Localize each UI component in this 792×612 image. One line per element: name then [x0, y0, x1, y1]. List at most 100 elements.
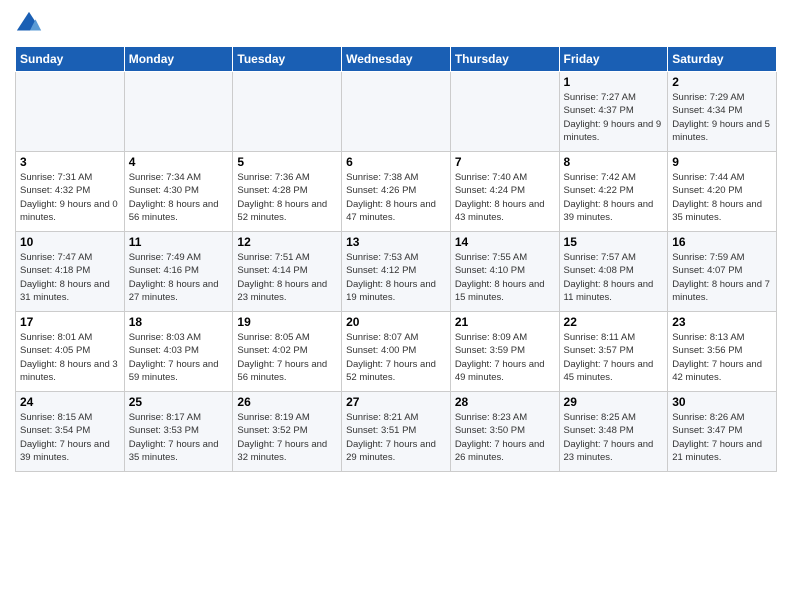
calendar-cell: 24 Sunrise: 8:15 AMSunset: 3:54 PMDayligh…	[16, 392, 125, 472]
day-info: Sunrise: 7:59 AMSunset: 4:07 PMDaylight:…	[672, 251, 772, 304]
calendar-cell: 4 Sunrise: 7:34 AMSunset: 4:30 PMDaylight…	[124, 152, 233, 232]
calendar-cell: 10 Sunrise: 7:47 AMSunset: 4:18 PMDayligh…	[16, 232, 125, 312]
calendar-cell: 18 Sunrise: 8:03 AMSunset: 4:03 PMDayligh…	[124, 312, 233, 392]
day-info: Sunrise: 7:36 AMSunset: 4:28 PMDaylight:…	[237, 171, 337, 224]
day-number: 14	[455, 235, 555, 249]
calendar-cell: 29 Sunrise: 8:25 AMSunset: 3:48 PMDayligh…	[559, 392, 668, 472]
day-of-week-header: Friday	[559, 47, 668, 72]
day-info: Sunrise: 8:13 AMSunset: 3:56 PMDaylight:…	[672, 331, 772, 384]
calendar-cell: 15 Sunrise: 7:57 AMSunset: 4:08 PMDayligh…	[559, 232, 668, 312]
day-number: 9	[672, 155, 772, 169]
day-info: Sunrise: 8:26 AMSunset: 3:47 PMDaylight:…	[672, 411, 772, 464]
calendar-header: SundayMondayTuesdayWednesdayThursdayFrid…	[16, 47, 777, 72]
calendar-cell: 5 Sunrise: 7:36 AMSunset: 4:28 PMDaylight…	[233, 152, 342, 232]
day-info: Sunrise: 7:57 AMSunset: 4:08 PMDaylight:…	[564, 251, 664, 304]
day-number: 27	[346, 395, 446, 409]
calendar-cell: 17 Sunrise: 8:01 AMSunset: 4:05 PMDayligh…	[16, 312, 125, 392]
day-info: Sunrise: 8:11 AMSunset: 3:57 PMDaylight:…	[564, 331, 664, 384]
day-of-week-header: Saturday	[668, 47, 777, 72]
day-number: 15	[564, 235, 664, 249]
day-info: Sunrise: 8:05 AMSunset: 4:02 PMDaylight:…	[237, 331, 337, 384]
day-number: 24	[20, 395, 120, 409]
calendar-cell: 27 Sunrise: 8:21 AMSunset: 3:51 PMDayligh…	[342, 392, 451, 472]
day-of-week-header: Thursday	[450, 47, 559, 72]
day-number: 11	[129, 235, 229, 249]
day-info: Sunrise: 7:31 AMSunset: 4:32 PMDaylight:…	[20, 171, 120, 224]
calendar-cell	[342, 72, 451, 152]
calendar-week-row: 1Sunrise: 7:27 AMSunset: 4:37 PMDaylight…	[16, 72, 777, 152]
day-info: Sunrise: 7:34 AMSunset: 4:30 PMDaylight:…	[129, 171, 229, 224]
calendar-cell: 3 Sunrise: 7:31 AMSunset: 4:32 PMDaylight…	[16, 152, 125, 232]
day-number: 12	[237, 235, 337, 249]
day-number: 25	[129, 395, 229, 409]
day-info: Sunrise: 8:15 AMSunset: 3:54 PMDaylight:…	[20, 411, 120, 464]
day-number: 20	[346, 315, 446, 329]
day-number: 26	[237, 395, 337, 409]
calendar-cell: 7Sunrise: 7:40 AMSunset: 4:24 PMDaylight…	[450, 152, 559, 232]
day-info: Sunrise: 8:09 AMSunset: 3:59 PMDaylight:…	[455, 331, 555, 384]
calendar-body: 1Sunrise: 7:27 AMSunset: 4:37 PMDaylight…	[16, 72, 777, 472]
day-number: 6	[346, 155, 446, 169]
calendar-cell: 22 Sunrise: 8:11 AMSunset: 3:57 PMDayligh…	[559, 312, 668, 392]
day-of-week-header: Wednesday	[342, 47, 451, 72]
day-info: Sunrise: 7:55 AMSunset: 4:10 PMDaylight:…	[455, 251, 555, 304]
calendar-cell: 2 Sunrise: 7:29 AMSunset: 4:34 PMDaylight…	[668, 72, 777, 152]
day-info: Sunrise: 8:19 AMSunset: 3:52 PMDaylight:…	[237, 411, 337, 464]
calendar-cell: 28 Sunrise: 8:23 AMSunset: 3:50 PMDayligh…	[450, 392, 559, 472]
day-number: 5	[237, 155, 337, 169]
day-info: Sunrise: 8:25 AMSunset: 3:48 PMDaylight:…	[564, 411, 664, 464]
day-number: 18	[129, 315, 229, 329]
day-number: 10	[20, 235, 120, 249]
day-info: Sunrise: 7:29 AMSunset: 4:34 PMDaylight:…	[672, 91, 772, 144]
day-number: 19	[237, 315, 337, 329]
day-info: Sunrise: 8:23 AMSunset: 3:50 PMDaylight:…	[455, 411, 555, 464]
calendar-week-row: 3 Sunrise: 7:31 AMSunset: 4:32 PMDaylight…	[16, 152, 777, 232]
calendar-cell	[450, 72, 559, 152]
calendar-cell: 8Sunrise: 7:42 AMSunset: 4:22 PMDaylight…	[559, 152, 668, 232]
day-number: 21	[455, 315, 555, 329]
calendar-cell	[233, 72, 342, 152]
calendar-cell: 14 Sunrise: 7:55 AMSunset: 4:10 PMDayligh…	[450, 232, 559, 312]
calendar-cell: 30Sunrise: 8:26 AMSunset: 3:47 PMDayligh…	[668, 392, 777, 472]
day-number: 29	[564, 395, 664, 409]
day-number: 17	[20, 315, 120, 329]
calendar-table: SundayMondayTuesdayWednesdayThursdayFrid…	[15, 46, 777, 472]
day-number: 16	[672, 235, 772, 249]
calendar-cell: 25 Sunrise: 8:17 AMSunset: 3:53 PMDayligh…	[124, 392, 233, 472]
calendar-cell: 19 Sunrise: 8:05 AMSunset: 4:02 PMDayligh…	[233, 312, 342, 392]
day-info: Sunrise: 7:38 AMSunset: 4:26 PMDaylight:…	[346, 171, 446, 224]
page-header	[15, 10, 777, 38]
calendar-cell: 13Sunrise: 7:53 AMSunset: 4:12 PMDayligh…	[342, 232, 451, 312]
calendar-cell: 21 Sunrise: 8:09 AMSunset: 3:59 PMDayligh…	[450, 312, 559, 392]
day-number: 28	[455, 395, 555, 409]
day-info: Sunrise: 8:07 AMSunset: 4:00 PMDaylight:…	[346, 331, 446, 384]
day-number: 13	[346, 235, 446, 249]
day-info: Sunrise: 7:27 AMSunset: 4:37 PMDaylight:…	[564, 91, 664, 144]
day-info: Sunrise: 7:47 AMSunset: 4:18 PMDaylight:…	[20, 251, 120, 304]
calendar-cell: 20 Sunrise: 8:07 AMSunset: 4:00 PMDayligh…	[342, 312, 451, 392]
calendar-cell: 9 Sunrise: 7:44 AMSunset: 4:20 PMDaylight…	[668, 152, 777, 232]
day-info: Sunrise: 8:17 AMSunset: 3:53 PMDaylight:…	[129, 411, 229, 464]
day-info: Sunrise: 8:21 AMSunset: 3:51 PMDaylight:…	[346, 411, 446, 464]
calendar-cell	[16, 72, 125, 152]
day-number: 22	[564, 315, 664, 329]
day-info: Sunrise: 7:40 AMSunset: 4:24 PMDaylight:…	[455, 171, 555, 224]
calendar-header-row: SundayMondayTuesdayWednesdayThursdayFrid…	[16, 47, 777, 72]
day-info: Sunrise: 8:01 AMSunset: 4:05 PMDaylight:…	[20, 331, 120, 384]
day-number: 3	[20, 155, 120, 169]
calendar-cell: 26 Sunrise: 8:19 AMSunset: 3:52 PMDayligh…	[233, 392, 342, 472]
day-of-week-header: Tuesday	[233, 47, 342, 72]
calendar-cell: 6 Sunrise: 7:38 AMSunset: 4:26 PMDaylight…	[342, 152, 451, 232]
day-info: Sunrise: 8:03 AMSunset: 4:03 PMDaylight:…	[129, 331, 229, 384]
calendar-cell: 16 Sunrise: 7:59 AMSunset: 4:07 PMDayligh…	[668, 232, 777, 312]
day-info: Sunrise: 7:49 AMSunset: 4:16 PMDaylight:…	[129, 251, 229, 304]
calendar-week-row: 10 Sunrise: 7:47 AMSunset: 4:18 PMDayligh…	[16, 232, 777, 312]
day-info: Sunrise: 7:44 AMSunset: 4:20 PMDaylight:…	[672, 171, 772, 224]
day-number: 2	[672, 75, 772, 89]
day-number: 4	[129, 155, 229, 169]
calendar-cell: 23 Sunrise: 8:13 AMSunset: 3:56 PMDayligh…	[668, 312, 777, 392]
logo	[15, 10, 47, 38]
day-of-week-header: Sunday	[16, 47, 125, 72]
logo-icon	[15, 10, 43, 38]
day-number: 23	[672, 315, 772, 329]
